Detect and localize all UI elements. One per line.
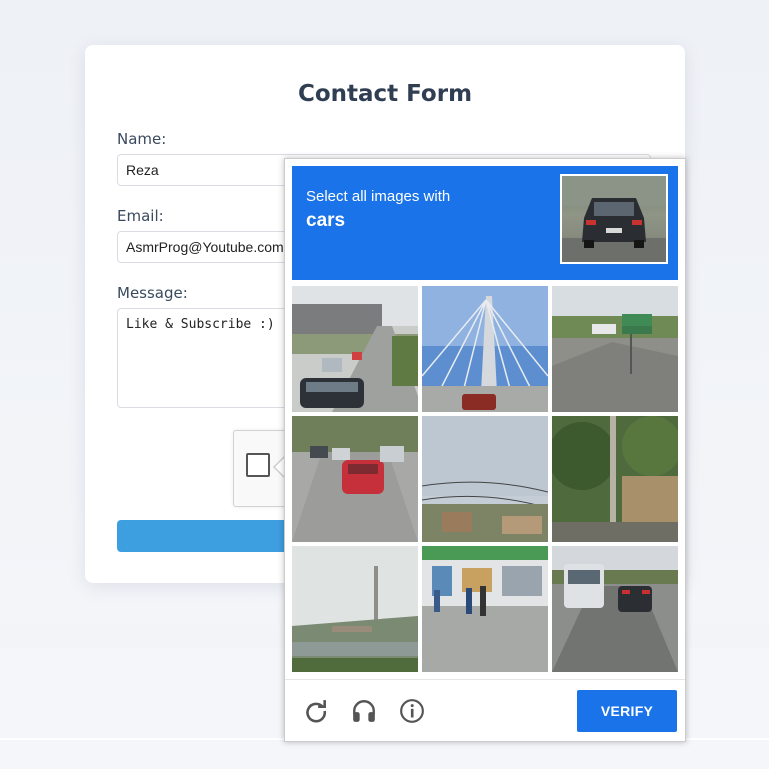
- image-tile[interactable]: [552, 546, 678, 672]
- audio-icon[interactable]: [349, 696, 379, 726]
- image-tile[interactable]: [422, 416, 548, 542]
- captcha-challenge-popup: Select all images with cars VERIFY: [284, 158, 686, 742]
- reload-icon[interactable]: [301, 696, 331, 726]
- image-tile[interactable]: [422, 546, 548, 672]
- challenge-instruction: Select all images with: [306, 188, 451, 205]
- image-tile[interactable]: [292, 286, 418, 412]
- challenge-header: Select all images with cars: [292, 166, 678, 280]
- image-grid: [292, 286, 678, 672]
- footer-divider: [285, 679, 685, 680]
- image-tile[interactable]: [552, 286, 678, 412]
- email-label: Email:: [117, 207, 164, 225]
- form-title: Contact Form: [297, 81, 473, 107]
- image-tile[interactable]: [292, 416, 418, 542]
- image-tile[interactable]: [552, 416, 678, 542]
- sample-car-image: [560, 174, 668, 264]
- image-tile[interactable]: [422, 286, 548, 412]
- verify-button[interactable]: VERIFY: [577, 690, 677, 732]
- recaptcha-checkbox[interactable]: [246, 453, 270, 477]
- info-icon[interactable]: [397, 696, 427, 726]
- message-label: Message:: [117, 284, 188, 302]
- name-label: Name:: [117, 130, 167, 148]
- challenge-target: cars: [306, 210, 346, 231]
- image-tile[interactable]: [292, 546, 418, 672]
